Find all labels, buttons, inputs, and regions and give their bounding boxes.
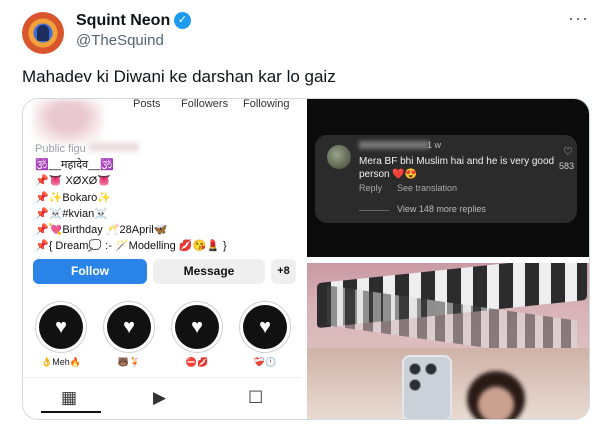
media-image-comment[interactable]: 1 w Mera BF bhi Muslim hai and he is ver…	[307, 99, 589, 257]
add-user-button[interactable]: +8	[271, 259, 296, 284]
bio-line: 📌👅 XØXØ👅	[35, 175, 111, 187]
view-more-replies: View 148 more replies	[397, 204, 486, 214]
blurred-name	[89, 143, 139, 151]
comment-card: 1 w Mera BF bhi Muslim hai and he is ver…	[315, 135, 577, 223]
highlight-label: ❤️‍🩹🕛	[253, 357, 277, 367]
grid-icon[interactable]: ▦	[61, 388, 77, 408]
camera-lens-icon	[409, 363, 421, 375]
highlight-heart-icon[interactable]: ♥	[35, 301, 87, 353]
blurred-username	[359, 141, 429, 149]
tweet-text: Mahadev ki Diwani ke darshan kar lo gaiz	[22, 67, 336, 86]
follow-button[interactable]: Follow	[33, 259, 147, 284]
phone-in-hand	[402, 355, 452, 419]
blurred-profile-picture	[33, 99, 103, 145]
bio-line: 📌💘Birthday 🥂28April🦋	[35, 224, 168, 236]
media-image-profile[interactable]: Posts Followers Following Public figu 🕉️…	[23, 98, 301, 419]
see-translation-link: See translation	[397, 183, 458, 193]
highlight-heart-icon[interactable]: ♥	[103, 301, 155, 353]
blurred-face	[467, 371, 525, 419]
camera-lens-icon	[409, 379, 421, 391]
comment-text: Mera BF bhi Muslim hai and he is very go…	[359, 156, 555, 180]
public-figure-label: Public figu	[35, 143, 86, 155]
camera-lens-icon	[425, 363, 437, 375]
stat-following: Following	[243, 98, 290, 110]
more-options-icon[interactable]: ···	[568, 8, 589, 29]
tagged-icon[interactable]: ☐	[248, 388, 263, 408]
bio-line: 📌☠️#kvian☠️	[35, 208, 108, 220]
comment-time: 1 w	[427, 140, 442, 150]
like-count: 583	[559, 161, 575, 171]
highlight-label: ⛔💋	[185, 357, 209, 367]
bio-line: 📌✨Bokaro✨	[35, 192, 111, 204]
bio-line: 🕉️__महादेव__🕉️	[35, 159, 115, 171]
highlight-heart-icon[interactable]: ♥	[239, 301, 291, 353]
highlight-label: 🐻🍹	[117, 357, 141, 367]
tab-divider	[23, 377, 301, 378]
verified-badge-icon: ✓	[174, 12, 191, 29]
active-tab-indicator	[41, 411, 101, 413]
replies-divider	[359, 210, 389, 211]
highlight-heart-icon[interactable]: ♥	[171, 301, 223, 353]
stat-posts: Posts	[133, 98, 161, 110]
tweet-media[interactable]: Posts Followers Following Public figu 🕉️…	[22, 98, 590, 420]
bio-line: 📌{ Dream💭 :- 🪄Modelling 💋😘💄 }	[35, 240, 227, 252]
reply-link: Reply	[359, 183, 383, 193]
reels-icon[interactable]: ▶	[153, 388, 166, 408]
author-name[interactable]: Squint Neon	[76, 12, 170, 30]
commenter-avatar	[327, 145, 351, 169]
heart-icon: ♡	[563, 146, 573, 158]
highlight-label: 👌Meh🔥	[41, 357, 81, 367]
media-image-photo[interactable]	[307, 263, 589, 419]
author-avatar[interactable]	[22, 12, 64, 54]
message-button[interactable]: Message	[153, 259, 265, 284]
stat-followers: Followers	[181, 98, 229, 110]
author-handle[interactable]: @TheSquind	[76, 32, 164, 49]
